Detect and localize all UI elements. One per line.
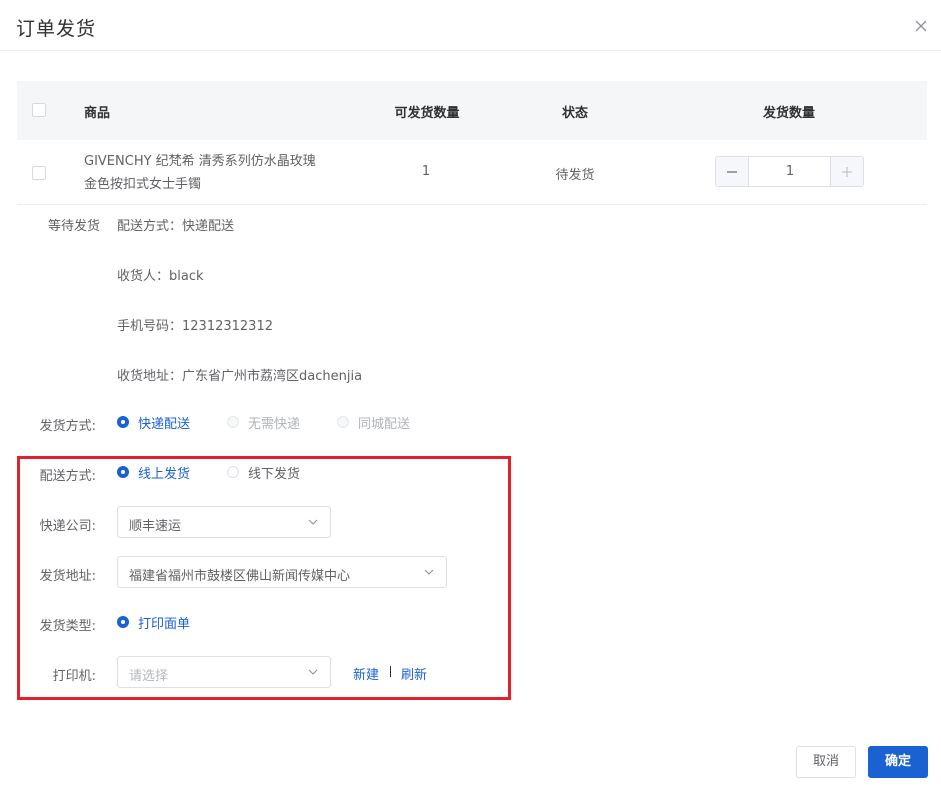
receiver-info: 收货人：black	[117, 269, 204, 284]
ship-type-label: 发货类型:	[39, 619, 96, 634]
radio-label: 快递配送	[138, 416, 191, 432]
chevron-down-icon	[308, 669, 318, 675]
waiting-label: 等待发货	[48, 219, 101, 234]
quantity-stepper: 1	[715, 156, 864, 187]
radio-no-express: 无需快递	[227, 414, 301, 432]
radio-circle	[337, 416, 349, 428]
ship-address-select[interactable]: 福建省福州市鼓楼区佛山新闻传媒中心	[117, 556, 447, 588]
phone-info: 手机号码：12312312312	[117, 319, 273, 334]
cancel-button[interactable]: 取消	[796, 746, 856, 778]
column-header-status: 状态	[561, 106, 588, 121]
radio-same-city: 同城配送	[337, 414, 411, 432]
column-header-ship-qty: 发货数量	[762, 106, 815, 121]
select-all-checkbox[interactable]	[32, 103, 46, 117]
printer-label: 打印机:	[52, 669, 96, 684]
radio-circle	[227, 466, 239, 478]
radio-express[interactable]: 快递配送	[117, 414, 191, 432]
column-header-product: 商品	[84, 106, 111, 121]
ship-method-label: 发货方式:	[39, 419, 96, 434]
product-name-line2: 金色按扣式女士手镯	[84, 177, 202, 192]
table-header: 商品 可发货数量 状态 发货数量	[17, 81, 927, 140]
radio-offline-ship[interactable]: 线下发货	[227, 464, 301, 482]
radio-print-waybill[interactable]: 打印面单	[117, 614, 191, 632]
product-name-line1: GIVENCHY 纪梵希 清秀系列仿水晶玫瑰	[84, 154, 316, 169]
radio-label: 线上发货	[138, 466, 191, 482]
dialog-title: 订单发货	[16, 18, 97, 40]
courier-label: 快递公司:	[39, 519, 96, 534]
radio-label: 线下发货	[248, 466, 301, 482]
ship-address-label: 发货地址:	[39, 569, 96, 584]
table-row: GIVENCHY 纪梵希 清秀系列仿水晶玫瑰 金色按扣式女士手镯 1 待发货 1	[17, 140, 927, 205]
chevron-down-icon	[424, 569, 434, 575]
address-info: 收货地址：广东省广州市荔湾区dachenjia	[117, 369, 363, 384]
quantity-input[interactable]: 1	[749, 157, 831, 186]
radio-label: 无需快递	[248, 416, 301, 432]
radio-circle	[117, 466, 129, 478]
link-separator	[390, 666, 391, 677]
column-header-available-qty: 可发货数量	[394, 106, 460, 121]
header-divider	[0, 50, 941, 51]
radio-label: 同城配送	[358, 416, 411, 432]
ship-address-select-value: 福建省福州市鼓楼区佛山新闻传媒中心	[129, 569, 351, 584]
close-icon[interactable]	[913, 18, 929, 34]
dispatch-method-label: 配送方式:	[39, 469, 96, 484]
radio-circle	[117, 616, 129, 628]
courier-select-value: 顺丰速运	[129, 519, 182, 534]
product-name: GIVENCHY 纪梵希 清秀系列仿水晶玫瑰 金色按扣式女士手镯	[84, 150, 384, 196]
chevron-down-icon	[308, 519, 318, 525]
delivery-method-info: 配送方式：快递配送	[117, 219, 235, 234]
printer-select-placeholder: 请选择	[129, 669, 169, 684]
printer-select[interactable]: 请选择	[117, 656, 331, 688]
plus-icon[interactable]	[830, 157, 863, 186]
confirm-button[interactable]: 确定	[868, 746, 928, 778]
courier-select[interactable]: 顺丰速运	[117, 506, 331, 538]
new-printer-link[interactable]: 新建	[353, 664, 379, 683]
radio-label: 打印面单	[138, 616, 191, 632]
minus-icon[interactable]	[716, 157, 749, 186]
status-text: 待发货	[555, 168, 595, 183]
available-qty: 1	[421, 164, 431, 179]
radio-circle	[227, 416, 239, 428]
radio-online-ship[interactable]: 线上发货	[117, 464, 191, 482]
row-checkbox[interactable]	[32, 166, 46, 180]
refresh-printer-link[interactable]: 刷新	[401, 664, 427, 683]
radio-circle	[117, 416, 129, 428]
